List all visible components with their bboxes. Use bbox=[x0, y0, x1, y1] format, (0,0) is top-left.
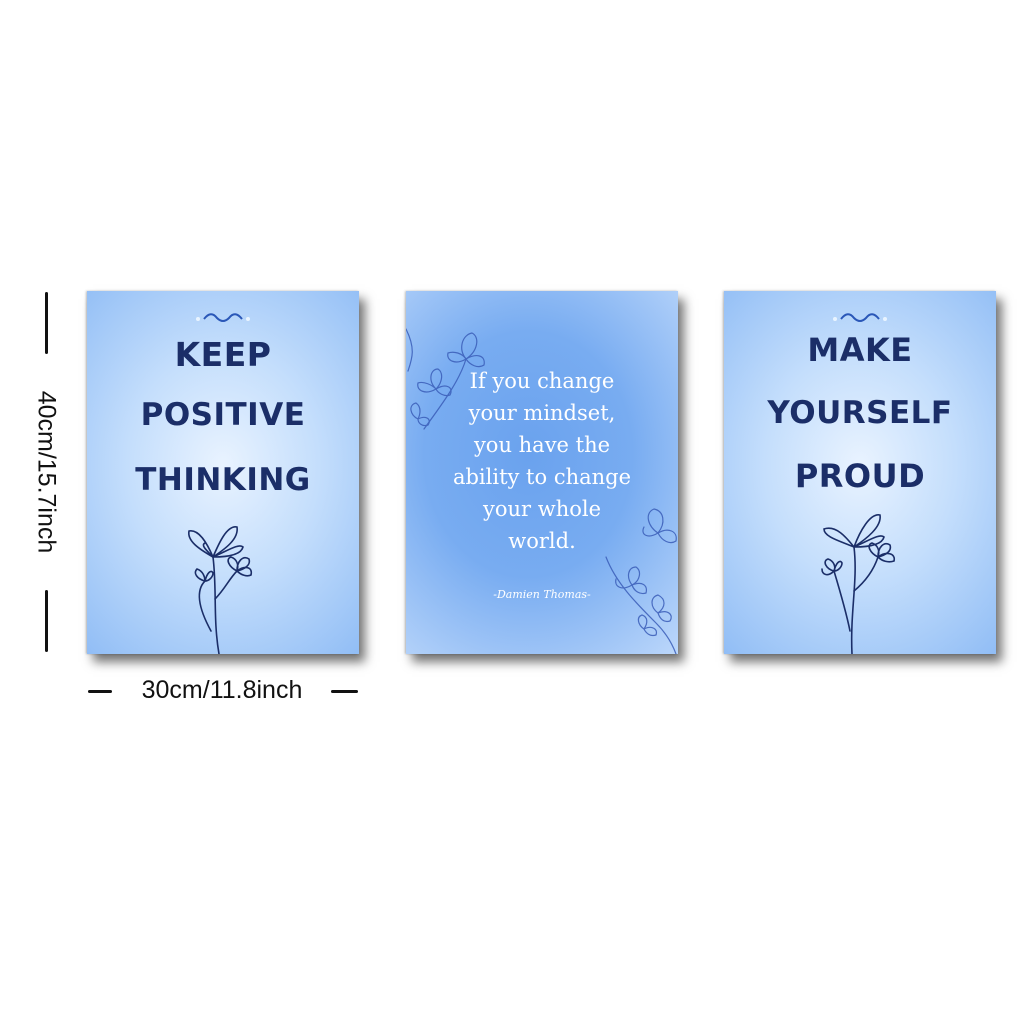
quote-author: -Damien Thomas- bbox=[493, 588, 591, 601]
height-label: 40cm/15.7inch bbox=[32, 390, 61, 554]
poster-quote: If you change your mindset, you have the… bbox=[406, 291, 678, 654]
width-label: 30cm/11.8inch bbox=[141, 676, 303, 704]
line-art-flower-icon bbox=[821, 514, 896, 654]
headline-line-1: MAKE bbox=[807, 331, 913, 369]
smile-ornament-icon bbox=[196, 313, 250, 322]
quote-line: world. bbox=[508, 529, 576, 553]
smile-ornament-icon bbox=[833, 313, 887, 322]
quote-line: your mindset, bbox=[468, 401, 616, 425]
headline-line-3: THINKING bbox=[135, 462, 311, 498]
headline-line-3: PROUD bbox=[794, 457, 926, 495]
quote-line: ability to change bbox=[452, 465, 632, 489]
poster-keep-positive-thinking: KEEP POSITIVE THINKING bbox=[87, 291, 359, 654]
quote-text: If you change your mindset, you have the… bbox=[422, 365, 662, 557]
product-image: 40cm/15.7inch 30cm/11.8inch KEEP POSITIV… bbox=[0, 0, 1024, 1024]
width-marker-right bbox=[331, 690, 358, 693]
quote-line: you have the bbox=[473, 433, 611, 457]
width-marker-left bbox=[88, 690, 112, 693]
headline-line-1: KEEP bbox=[174, 335, 272, 374]
line-art-flower-icon bbox=[188, 526, 253, 654]
quote-line: If you change bbox=[469, 369, 615, 393]
headline-line-2: YOURSELF bbox=[767, 395, 953, 431]
headline-line-2: POSITIVE bbox=[140, 397, 306, 433]
poster-make-yourself-proud: MAKE YOURSELF PROUD bbox=[724, 291, 996, 654]
height-marker-top bbox=[45, 292, 48, 354]
height-marker-bottom bbox=[45, 590, 48, 652]
quote-line: your whole bbox=[482, 497, 602, 521]
